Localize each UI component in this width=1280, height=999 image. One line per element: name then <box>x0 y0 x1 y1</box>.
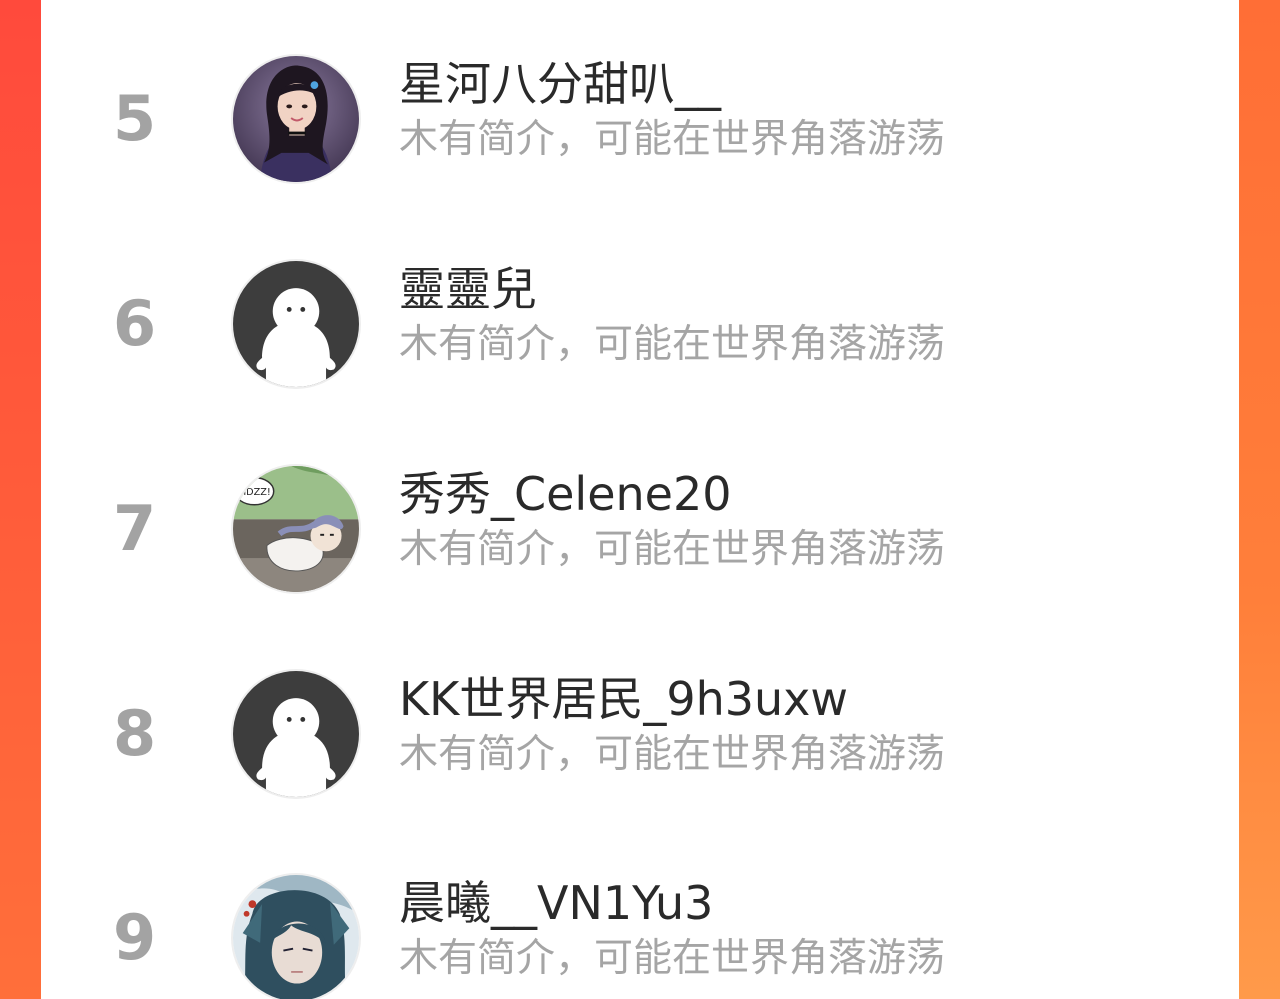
user-name[interactable]: 星河八分甜叭__ <box>399 56 721 112</box>
girl-photo-avatar-icon[interactable] <box>231 54 361 184</box>
anime-sleeping-avatar-image: MDZZ! <box>233 466 359 592</box>
rank-number: 7 <box>113 492 157 565</box>
ranking-row[interactable]: 6 靈靈兒 木有简介，可能在世界角落游荡 <box>41 253 1239 393</box>
user-bio: 木有简介，可能在世界角落游荡 <box>399 527 946 572</box>
user-bio: 木有简介，可能在世界角落游荡 <box>399 117 946 162</box>
ranking-card: 5 星河八分甜叭__ 木有简介，可能在世界角落游荡 6 靈靈兒 木有简介，可能在… <box>41 0 1239 999</box>
user-name[interactable]: 秀秀_Celene20 <box>399 466 732 522</box>
user-name[interactable]: 晨曦__VN1Yu3 <box>399 875 713 931</box>
ranking-row[interactable]: 9 晨曦__VN1Yu3 木有简介，可能在世界角落游荡 <box>41 867 1239 999</box>
background-right-strip <box>1239 0 1280 999</box>
user-name[interactable]: KK世界居民_9h3uxw <box>399 671 848 727</box>
default-avatar-image <box>233 671 359 797</box>
anime-sleeping-avatar-icon[interactable]: MDZZ! <box>231 464 361 594</box>
user-bio: 木有简介，可能在世界角落游荡 <box>399 936 946 981</box>
user-bio: 木有简介，可能在世界角落游荡 <box>399 322 946 367</box>
anime-character-avatar-image <box>233 875 359 999</box>
rank-number: 5 <box>113 82 157 155</box>
rank-number: 9 <box>113 901 157 974</box>
ranking-row[interactable]: 8 KK世界居民_9h3uxw 木有简介，可能在世界角落游荡 <box>41 663 1239 803</box>
rank-number: 6 <box>113 287 157 360</box>
ranking-list: 5 星河八分甜叭__ 木有简介，可能在世界角落游荡 6 靈靈兒 木有简介，可能在… <box>41 0 1239 999</box>
default-avatar-image <box>233 261 359 387</box>
default-avatar-icon[interactable] <box>231 669 361 799</box>
avatar-speech-bubble: MDZZ! <box>238 487 271 498</box>
user-bio: 木有简介，可能在世界角落游荡 <box>399 732 946 777</box>
rank-number: 8 <box>113 697 157 770</box>
default-avatar-icon[interactable] <box>231 259 361 389</box>
girl-photo-avatar-image <box>233 56 359 182</box>
user-name[interactable]: 靈靈兒 <box>399 261 537 317</box>
anime-character-avatar-icon[interactable] <box>231 873 361 999</box>
ranking-row[interactable]: 5 星河八分甜叭__ 木有简介，可能在世界角落游荡 <box>41 48 1239 188</box>
ranking-row[interactable]: 7 MDZZ! 秀秀_Celene20 木有简介，可能在世界角落游荡 <box>41 458 1239 598</box>
